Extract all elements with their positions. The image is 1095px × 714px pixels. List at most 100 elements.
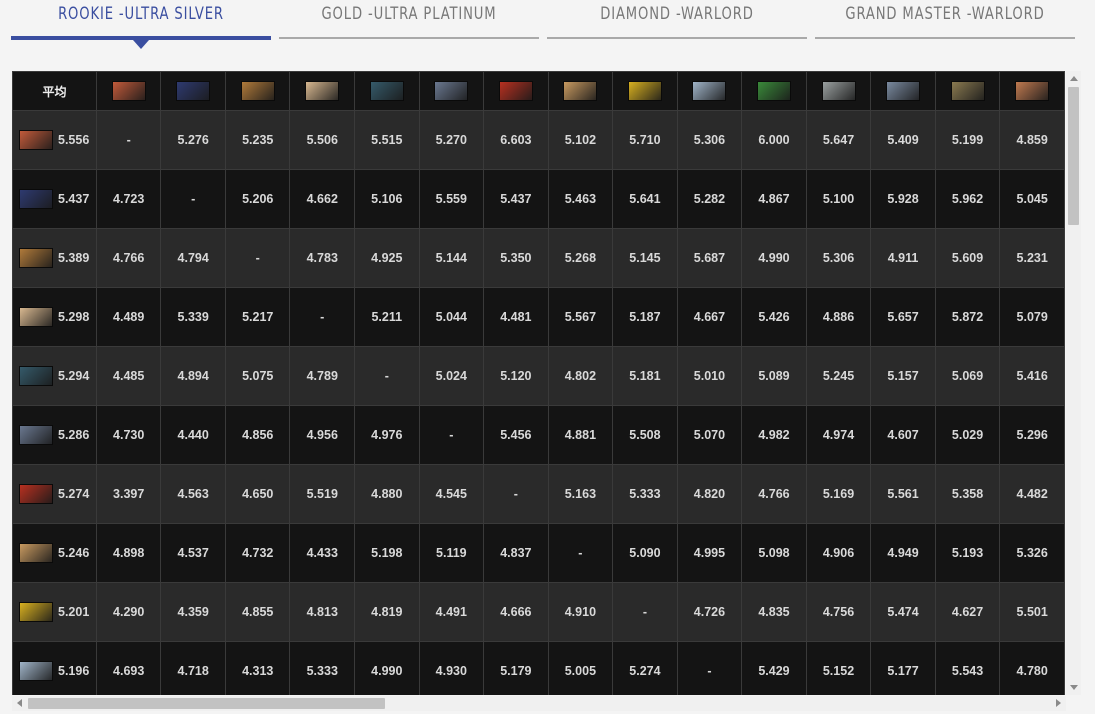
row-header[interactable]: 5.246: [12, 523, 97, 583]
vertical-scrollbar[interactable]: [1066, 71, 1081, 695]
column-header[interactable]: [805, 71, 872, 111]
matchup-cell: 5.268: [547, 228, 614, 288]
column-header[interactable]: [999, 71, 1065, 111]
row-header[interactable]: 5.389: [12, 228, 97, 288]
tab-underline: [279, 37, 539, 39]
character-portrait-6-icon: [434, 81, 469, 101]
matchup-cell: 4.880: [354, 464, 420, 524]
horizontal-scroll-thumb[interactable]: [28, 698, 385, 709]
column-header[interactable]: [160, 71, 226, 111]
column-header[interactable]: [289, 71, 356, 111]
matchup-cell: 5.005: [547, 641, 614, 695]
tab-rookie-ultra-silver[interactable]: ROOKIE -ULTRA SILVER: [11, 0, 271, 49]
matchup-table: 平均 5.556-5.276 5.235 5.506 5.515 5.270 6.603 5…: [12, 71, 1065, 695]
matchup-cell: 4.898: [95, 523, 162, 583]
tab-label: ROOKIE -ULTRA SILVER: [58, 4, 224, 24]
matchup-cell: 4.813: [289, 582, 356, 642]
matchup-cell: 4.881: [547, 405, 614, 465]
matchup-cell: 4.802: [547, 346, 614, 406]
matchup-cell: 4.433: [289, 523, 356, 583]
column-header[interactable]: [547, 71, 614, 111]
character-portrait-1-icon: [19, 130, 53, 150]
matchup-cell: 5.169: [805, 464, 872, 524]
matchup-cell: 5.090: [612, 523, 678, 583]
matchup-cell: 4.489: [95, 287, 162, 347]
character-portrait-10-icon: [19, 661, 53, 681]
matchup-cell: 4.837: [483, 523, 549, 583]
vertical-scroll-thumb[interactable]: [1068, 87, 1079, 225]
scroll-left-arrow-icon[interactable]: [17, 699, 22, 707]
matchup-cell: 5.198: [354, 523, 420, 583]
matchup-cell: -: [289, 287, 356, 347]
row-header[interactable]: 5.274: [12, 464, 97, 524]
matchup-cell: 5.179: [483, 641, 549, 695]
character-portrait-9-icon: [19, 602, 53, 622]
character-portrait-7-icon: [498, 81, 533, 101]
table-row: 5.556-5.276 5.235 5.506 5.515 5.270 6.603 5.10…: [12, 110, 1065, 170]
column-header[interactable]: [224, 71, 291, 111]
matchup-cell: 4.867: [741, 169, 807, 229]
matchup-cell: 5.100: [805, 169, 872, 229]
character-portrait-3-icon: [19, 248, 53, 268]
row-header[interactable]: 5.437: [12, 169, 97, 229]
row-header[interactable]: 5.196: [12, 641, 97, 695]
tab-grand-master-warlord[interactable]: GRAND MASTER -WARLORD: [815, 0, 1075, 42]
row-header[interactable]: 5.201: [12, 582, 97, 642]
matchup-cell: 4.732: [224, 523, 291, 583]
matchup-cell: 5.426: [741, 287, 807, 347]
matchup-cell: 4.718: [160, 641, 226, 695]
row-header[interactable]: 5.286: [12, 405, 97, 465]
matchup-cell: 4.976: [354, 405, 420, 465]
matchup-cell: 5.515: [354, 110, 420, 170]
header-row: 平均: [12, 71, 1065, 111]
matchup-cell: 5.231: [999, 228, 1065, 288]
average-value: 5.274: [58, 487, 90, 501]
matchup-cell: 4.982: [741, 405, 807, 465]
matchup-cell: -: [418, 405, 485, 465]
column-header[interactable]: [354, 71, 420, 111]
matchup-cell: 4.911: [870, 228, 936, 288]
column-header[interactable]: [870, 71, 936, 111]
row-header[interactable]: 5.298: [12, 287, 97, 347]
column-header[interactable]: [483, 71, 549, 111]
character-portrait-7-icon: [19, 484, 53, 504]
matchup-cell: 5.217: [224, 287, 291, 347]
matchup-cell: 5.211: [354, 287, 420, 347]
matchup-cell: 5.075: [224, 346, 291, 406]
matchup-cell: 5.282: [676, 169, 743, 229]
scroll-right-arrow-icon[interactable]: [1056, 699, 1061, 707]
character-portrait-4-icon: [305, 81, 340, 101]
column-header[interactable]: [418, 71, 485, 111]
scroll-up-arrow-icon[interactable]: [1070, 76, 1078, 81]
matchup-cell: 5.306: [805, 228, 872, 288]
matchup-cell: 5.333: [612, 464, 678, 524]
matchup-cell: 3.397: [95, 464, 162, 524]
column-header[interactable]: [95, 71, 162, 111]
matchup-cell: 4.783: [289, 228, 356, 288]
matchup-cell: 5.456: [483, 405, 549, 465]
column-header[interactable]: [934, 71, 1001, 111]
matchup-cell: 4.855: [224, 582, 291, 642]
tab-diamond-warlord[interactable]: DIAMOND -WARLORD: [547, 0, 807, 42]
average-value: 5.196: [58, 664, 90, 678]
matchup-cell: 5.350: [483, 228, 549, 288]
tab-gold-ultra-platinum[interactable]: GOLD -ULTRA PLATINUM: [279, 0, 539, 42]
matchup-cell: 4.726: [676, 582, 743, 642]
row-header[interactable]: 5.556: [12, 110, 97, 170]
table-body: 5.556-5.276 5.235 5.506 5.515 5.270 6.603 5.10…: [12, 110, 1065, 695]
matchup-cell: 4.906: [805, 523, 872, 583]
column-header[interactable]: [676, 71, 743, 111]
column-header[interactable]: [741, 71, 807, 111]
character-portrait-6-icon: [19, 425, 53, 445]
row-header[interactable]: 5.294: [12, 346, 97, 406]
scroll-down-arrow-icon[interactable]: [1070, 685, 1078, 690]
matchup-cell: 5.089: [741, 346, 807, 406]
matchup-cell: 5.044: [418, 287, 485, 347]
column-header[interactable]: [612, 71, 678, 111]
matchup-cell: 4.650: [224, 464, 291, 524]
horizontal-scrollbar[interactable]: [12, 696, 1066, 711]
matchup-cell: 5.561: [870, 464, 936, 524]
table-row: 5.246 4.898 4.537 4.732 4.433 5.198 5.119 4.837…: [12, 523, 1065, 583]
tab-label: GRAND MASTER -WARLORD: [845, 4, 1045, 24]
matchup-cell: 4.607: [870, 405, 936, 465]
